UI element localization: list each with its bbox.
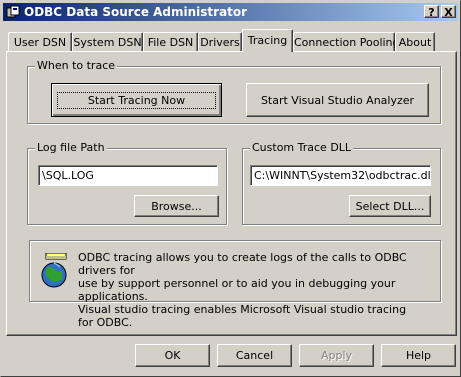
when-to-trace-label: When to trace (35, 59, 118, 72)
start-tracing-label: Start Tracing Now (56, 91, 217, 109)
custom-trace-dll-group: Custom Trace DLL C:\WINNT\System32\odbct… (242, 141, 441, 225)
help-button[interactable]: Help (381, 344, 456, 367)
tab-about[interactable]: About (395, 32, 435, 51)
cancel-button[interactable]: Cancel (217, 344, 292, 367)
odbc-tracing-icon (41, 253, 67, 288)
tab-tracing[interactable]: Tracing (242, 29, 293, 52)
tracing-panel: When to trace Start Tracing Now Start Vi… (6, 51, 457, 336)
start-tracing-button[interactable]: Start Tracing Now (51, 83, 222, 117)
odbc-app-icon (6, 5, 20, 18)
info-line-3: Visual studio tracing enables Microsoft … (78, 303, 407, 329)
tab-file-dsn[interactable]: File DSN (143, 32, 198, 51)
when-to-trace-group: When to trace Start Tracing Now Start Vi… (27, 59, 441, 124)
tab-drivers[interactable]: Drivers (198, 32, 242, 51)
info-text: ODBC tracing allows you to create logs o… (78, 251, 418, 329)
title-bar[interactable]: ODBC Data Source Administrator ? X (3, 3, 458, 21)
select-dll-button[interactable]: Select DLL... (349, 195, 431, 217)
custom-dll-input[interactable]: C:\WINNT\System32\odbctrac.dll (250, 165, 431, 186)
start-vs-analyzer-button[interactable]: Start Visual Studio Analyzer (246, 83, 429, 117)
tab-user-dsn[interactable]: User DSN (8, 32, 72, 51)
log-file-input[interactable]: \SQL.LOG (38, 165, 218, 186)
browse-button[interactable]: Browse... (134, 195, 219, 217)
close-button[interactable]: X (441, 5, 456, 19)
info-line-2: use by support personnel or to aid you i… (78, 277, 396, 303)
custom-trace-dll-label: Custom Trace DLL (250, 141, 354, 154)
log-file-group: Log file Path \SQL.LOG Browse... (27, 141, 227, 225)
apply-button[interactable]: Apply (299, 344, 374, 367)
window-title: ODBC Data Source Administrator (24, 5, 248, 19)
tab-system-dsn[interactable]: System DSN (72, 32, 143, 51)
odbc-admin-window: ODBC Data Source Administrator ? X User … (0, 0, 461, 377)
info-line-1: ODBC tracing allows you to create logs o… (78, 251, 407, 277)
tab-connection-pooling[interactable]: Connection Pooling (293, 32, 400, 51)
ok-button[interactable]: OK (135, 344, 210, 367)
help-title-button[interactable]: ? (424, 5, 439, 19)
info-box: ODBC tracing allows you to create logs o… (29, 240, 441, 329)
log-file-label: Log file Path (35, 141, 107, 154)
